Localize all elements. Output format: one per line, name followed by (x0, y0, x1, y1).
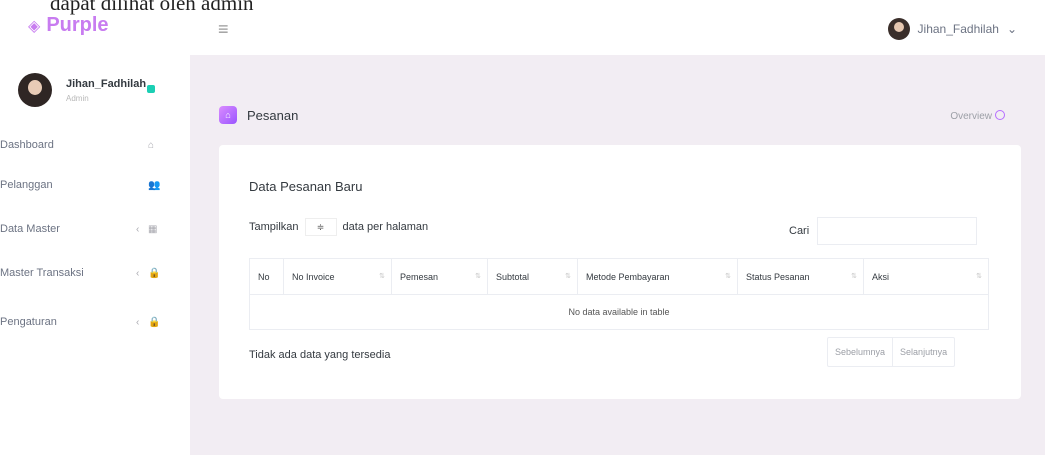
sort-icon: ⇅ (379, 273, 385, 280)
sidebar-item-label: Pelanggan (0, 179, 53, 191)
table-icon: ▦ (148, 223, 158, 235)
profile-name: Jihan_Fadhilah (66, 77, 147, 90)
page-title: Pesanan (247, 107, 299, 123)
page-header: ⌂ Pesanan (219, 106, 298, 124)
sidebar-item-pelanggan[interactable]: Pelanggan 👥 (0, 175, 190, 195)
chevron-left-icon: ‹ (136, 267, 140, 279)
sidebar-item-label: Dashboard (0, 139, 54, 151)
previous-button[interactable]: Sebelumnya (828, 338, 892, 366)
sidebar-item-dashboard[interactable]: Dashboard ⌂ (0, 135, 190, 155)
menu-toggle-icon[interactable]: ≡ (218, 20, 229, 38)
page-length-select[interactable]: ≑ (304, 218, 337, 236)
sidebar-item-pengaturan[interactable]: Pengaturan ‹ 🔒 (0, 312, 190, 332)
orders-card: Data Pesanan Baru Tampilkan ≑ data per h… (219, 145, 1021, 399)
pagination: Sebelumnya Selanjutnya (827, 337, 956, 367)
home-icon: ⌂ (148, 139, 155, 151)
sidebar-item-label: Master Transaksi (0, 267, 84, 279)
online-status-icon (147, 85, 155, 93)
table-info: Tidak ada data yang tersedia (249, 349, 391, 361)
column-header-metode[interactable]: Metode Pembayaran ⇅ (577, 258, 738, 295)
length-prefix: Tampilkan (249, 221, 299, 233)
overview-link[interactable]: Overview (950, 110, 1005, 122)
chevron-left-icon: ‹ (136, 316, 140, 328)
sidebar-item-label: Data Master (0, 223, 60, 235)
sort-icon: ⇅ (565, 273, 571, 280)
sort-icon: ⇅ (725, 273, 731, 280)
info-circle-icon (995, 110, 1005, 120)
profile-role: Admin (66, 93, 89, 103)
sort-icon: ⇅ (475, 273, 481, 280)
logo-icon: ◈ (28, 17, 41, 35)
page-length-control: Tampilkan ≑ data per halaman (249, 218, 428, 236)
sidebar: Jihan_Fadhilah Admin Dashboard ⌂ Pelangg… (0, 55, 190, 455)
search-label: Cari (789, 225, 810, 237)
column-header-pemesan[interactable]: Pemesan ⇅ (391, 258, 488, 295)
column-header-status[interactable]: Status Pesanan ⇅ (737, 258, 864, 295)
profile-avatar (18, 73, 52, 107)
sidebar-item-label: Pengaturan (0, 316, 57, 328)
chevron-left-icon: ‹ (136, 223, 140, 235)
orders-table: No No Invoice ⇅ Pemesan ⇅ Subtotal ⇅ Metode… (249, 258, 989, 330)
sort-icon: ⇅ (851, 273, 857, 280)
sidebar-item-data-master[interactable]: Data Master ‹ ▦ (0, 219, 190, 239)
column-header-subtotal[interactable]: Subtotal ⇅ (487, 258, 578, 295)
empty-message: No data available in table (249, 294, 989, 330)
avatar (887, 18, 910, 40)
sort-icon: ⇅ (976, 273, 982, 280)
lock-icon: 🔒 (148, 267, 161, 279)
sidebar-profile[interactable]: Jihan_Fadhilah Admin (18, 73, 146, 107)
overview-label: Overview (950, 111, 992, 122)
column-header-invoice[interactable]: No Invoice ⇅ (283, 258, 392, 295)
home-icon: ⌂ (219, 106, 237, 124)
next-button[interactable]: Selanjutnya (892, 338, 954, 366)
brand-logo[interactable]: ◈ Purple (28, 14, 109, 37)
length-suffix: data per halaman (342, 221, 429, 233)
lock-icon: 🔒 (148, 316, 161, 328)
user-menu-name: Jihan_Fadhilah (917, 22, 999, 36)
users-icon: 👥 (148, 179, 161, 191)
search-input[interactable] (817, 217, 978, 245)
user-menu[interactable]: Jihan_Fadhilah ⌄ (887, 18, 1017, 40)
search-control: Cari (789, 217, 978, 245)
brand-name: Purple (46, 14, 109, 36)
main-content: ⌂ Pesanan Overview Data Pesanan Baru Tam… (190, 55, 1045, 455)
card-title: Data Pesanan Baru (249, 179, 363, 194)
chevron-down-icon: ⌄ (1006, 22, 1017, 36)
column-header-no[interactable]: No (249, 258, 284, 295)
table-row: No data available in table (249, 294, 989, 330)
sidebar-item-master-transaksi[interactable]: Master Transaksi ‹ 🔒 (0, 263, 190, 283)
column-header-aksi[interactable]: Aksi ⇅ (863, 258, 989, 295)
